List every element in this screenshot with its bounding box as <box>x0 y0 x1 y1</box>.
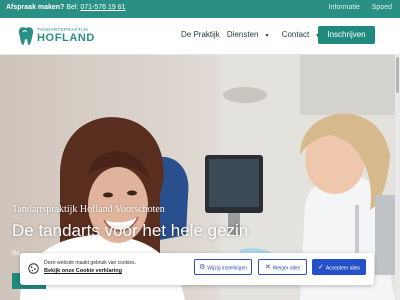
cookie-preferences-button[interactable]: ⚙ Wijzig instellingen <box>194 259 252 275</box>
cookie-policy-link[interactable]: Bekijk onze Cookie verklaring <box>44 268 122 274</box>
reject-all-button[interactable]: ✕ Weiger alles <box>258 259 307 275</box>
nav-item-label: Contact <box>281 30 310 39</box>
appointment-prompt: Afspraak maken? <box>6 4 65 11</box>
top-bar: Afspraak maken? Bel: 071-576 19 61 Infor… <box>0 0 400 18</box>
top-links: Informatie Spoed <box>319 4 392 11</box>
cookie-icon <box>28 263 39 274</box>
reject-all-label: Weiger alles <box>272 265 301 272</box>
logo-title: HOFLAND <box>37 32 95 44</box>
top-link-spoed[interactable]: Spoed <box>372 4 392 11</box>
hero-text-fragment: Ro <box>12 251 20 257</box>
close-icon: ✕ <box>264 264 271 271</box>
nav-item-diensten[interactable]: Diensten ▼ <box>227 30 275 39</box>
phone-label: Bel: <box>66 4 79 11</box>
hero-title: De tandarts voor het hele gezin <box>12 221 249 240</box>
accept-all-button[interactable]: ✓ Accepteer alles <box>312 259 366 275</box>
nav-item-de-praktijk[interactable]: De Praktijk <box>181 30 220 39</box>
cookie-preferences-label: Wijzig instellingen <box>207 265 248 272</box>
scrollbar-thumb[interactable] <box>396 57 399 93</box>
site-header: TANDARTSPRAKTIJK HOFLAND De Praktijk Die… <box>0 18 400 55</box>
top-link-informatie[interactable]: Informatie <box>329 4 360 11</box>
site-logo[interactable]: TANDARTSPRAKTIJK HOFLAND <box>18 25 98 49</box>
chevron-down-icon: ▼ <box>264 33 270 39</box>
cookie-banner: Deze website maakt gebruik van cookies. … <box>20 253 374 285</box>
phone-link[interactable]: 071-576 19 61 <box>80 4 125 11</box>
nav-item-label: Diensten <box>226 30 259 39</box>
check-icon: ✓ <box>317 264 324 271</box>
accept-all-label: Accepteer alles <box>325 265 361 272</box>
inschrijven-button[interactable]: Inschrijven <box>318 26 375 44</box>
gear-icon: ⚙ <box>198 264 206 271</box>
tooth-icon <box>18 27 34 45</box>
cookie-message: Deze website maakt gebruik van cookies. <box>44 260 136 266</box>
hero-subtitle: Tandartspraktijk Hofland Voorschoten <box>12 204 165 215</box>
appointment-info: Afspraak maken? Bel: 071-576 19 61 <box>6 4 125 11</box>
page-scrollbar[interactable] <box>395 55 400 300</box>
